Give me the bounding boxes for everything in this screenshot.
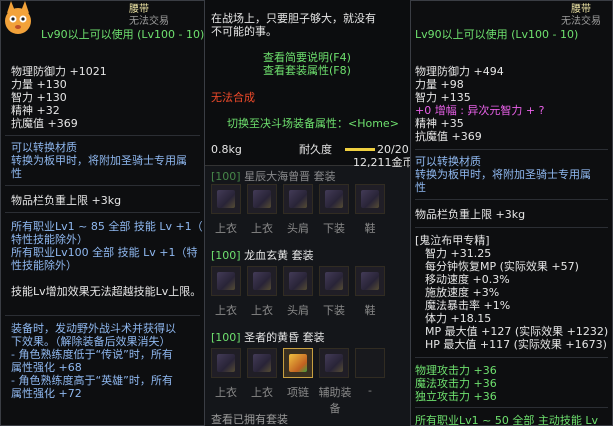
slot-label: 鞋 <box>364 304 376 317</box>
left-skill: 所有职业Lv100 全部 技能 Lv +1（特 <box>11 246 198 259</box>
set-slot-icon[interactable] <box>319 184 349 214</box>
right-stat: 精神 +35 <box>415 117 464 130</box>
slot-label: 上衣 <box>251 222 273 235</box>
durability-label: 耐久度 <box>299 143 332 156</box>
left-convert: 性 <box>11 167 22 180</box>
set-slot-icon[interactable] <box>211 266 241 296</box>
right-special: 移动速度 +0.3% <box>425 273 510 286</box>
right-special: 体力 +18.15 <box>425 312 492 325</box>
slot-label: 项链 <box>287 386 309 399</box>
right-attack: 独立攻击力 +36 <box>415 390 497 403</box>
slot-label: 上衣 <box>251 304 273 317</box>
set-slot-icon[interactable] <box>247 266 277 296</box>
flavor-text: 在战场上，只要胆子够大，就没有 <box>211 12 376 25</box>
set-slot-icon[interactable] <box>211 348 241 378</box>
right-attack: 物理攻击力 +36 <box>415 364 497 377</box>
set-slot-icon[interactable] <box>319 266 349 296</box>
view-owned-sets-link[interactable]: 查看已拥有套装 <box>211 413 288 426</box>
slot-label: 下装 <box>323 222 345 235</box>
right-convert: 性 <box>415 181 426 194</box>
mascot-icon <box>5 1 31 34</box>
slot-label: 上衣 <box>215 386 237 399</box>
slot-label: 鞋 <box>364 222 376 235</box>
slot-label: 头肩 <box>287 304 309 317</box>
set-slot-icon[interactable] <box>355 266 385 296</box>
durability-bar <box>345 148 375 151</box>
slot-label: - <box>368 384 372 397</box>
right-convert: 转换为板甲时，将附加圣骑士专用属 <box>415 168 591 181</box>
right-special: 魔法暴击率 +1% <box>425 299 511 312</box>
set-title: [100] 星辰大海曾晋 套装 <box>211 170 336 183</box>
left-skill-limit: 技能Lv增加效果无法超越技能Lv上限。 <box>11 285 202 298</box>
left-equip-effect: 属性强化 +68 <box>11 361 82 374</box>
left-convert: 可以转换材质 <box>11 141 77 154</box>
slot-label: 上衣 <box>215 304 237 317</box>
left-equip-effect: 下效果。（解除装备后效果消失） <box>11 335 171 348</box>
right-stat: 物理防御力 +494 <box>415 65 504 78</box>
right-stat: 力量 +98 <box>415 78 464 91</box>
left-stat: 精神 +32 <box>11 104 60 117</box>
slot-label: 辅助装备 <box>318 386 352 415</box>
price: 12,211金币 <box>353 156 410 169</box>
left-skill: 特性技能除外） <box>11 233 88 246</box>
left-equip-effect: 装备时，发动野外战斗术并获得以 <box>11 322 176 335</box>
right-special: HP 最大值 +117 (实际效果 +1673) <box>425 338 607 351</box>
right-header-trade: 无法交易 <box>561 16 601 27</box>
right-all-skill: 所有职业Lv1 ~ 50 全部 主动技能 Lv <box>415 414 598 426</box>
right-convert: 可以转换材质 <box>415 155 481 168</box>
left-stat: 力量 +130 <box>11 78 67 91</box>
left-weight: 物品栏负重上限 +3kg <box>11 194 122 207</box>
left-item-tooltip: 腰带 无法交易 Lv90以上可以使用 (Lv100 - 10) 物理防御力 +1… <box>0 0 205 426</box>
left-header-trade: 无法交易 <box>129 16 169 27</box>
right-amplify: +0 增幅 : 异次元智力 + ? <box>415 104 545 117</box>
slot-label: 下装 <box>323 304 345 317</box>
set-slot-icon-equipped[interactable] <box>283 348 313 378</box>
set-slot-icon[interactable] <box>283 184 313 214</box>
slot-label: 上衣 <box>251 386 273 399</box>
right-stat: 抗魔值 +369 <box>415 130 482 143</box>
left-level-req: Lv90以上可以使用 (Lv100 - 10) <box>41 28 205 41</box>
set-slot-icon[interactable] <box>283 266 313 296</box>
left-convert: 转换为板甲时，将附加圣骑士专用属 <box>11 154 187 167</box>
durability-value: 20/20 <box>377 143 409 156</box>
right-attack: 魔法攻击力 +36 <box>415 377 497 390</box>
right-special: 施放速度 +3% <box>425 286 500 299</box>
view-brief-link[interactable]: 查看简要说明(F4) <box>263 51 351 64</box>
flavor-text: 不可能的事。 <box>211 25 277 38</box>
set-slot-icon[interactable] <box>247 348 277 378</box>
left-equip-effect: - 角色熟练度低于“传说”时，所有 <box>11 348 173 361</box>
right-stat: 智力 +135 <box>415 91 471 104</box>
right-special: 智力 +31.25 <box>425 247 492 260</box>
middle-panel: 在战场上，只要胆子够大，就没有 不可能的事。 查看简要说明(F4) 查看套装属性… <box>205 0 410 426</box>
right-special: MP 最大值 +127 (实际效果 +1232) <box>425 325 609 338</box>
set-slot-empty <box>355 348 385 378</box>
left-skill: 所有职业Lv1 ~ 85 全部 技能 Lv +1（ <box>11 220 203 233</box>
no-synth-label: 无法合成 <box>211 91 255 104</box>
middle-item-tooltip: 在战场上，只要胆子够大，就没有 不可能的事。 查看简要说明(F4) 查看套装属性… <box>205 0 410 169</box>
view-set-link[interactable]: 查看套装属性(F8) <box>263 64 351 77</box>
arena-switch-link[interactable]: 切换至决斗场装备属性：<Home> <box>227 117 399 130</box>
right-special-title: [鬼泣布甲专精] <box>415 234 490 247</box>
left-stat: 抗魔值 +369 <box>11 117 78 130</box>
left-stat: 物理防御力 +1021 <box>11 65 107 78</box>
set-slot-icon[interactable] <box>355 184 385 214</box>
slot-label: 头肩 <box>287 222 309 235</box>
slot-label: 上衣 <box>215 222 237 235</box>
set-title: [100] 圣者的黄昏 套装 <box>211 331 325 344</box>
right-special: 每分钟恢复MP (实际效果 +57) <box>425 260 579 273</box>
left-stat: 智力 +130 <box>11 91 67 104</box>
set-slot-icon[interactable] <box>247 184 277 214</box>
right-item-tooltip: 腰带 无法交易 Lv90以上可以使用 (Lv100 - 10) 物理防御力 +4… <box>410 0 613 426</box>
set-slot-icon[interactable] <box>211 184 241 214</box>
set-slot-icon[interactable] <box>319 348 349 378</box>
set-title: [100] 龙血玄黄 套装 <box>211 249 314 262</box>
item-weight: 0.8kg <box>211 143 242 156</box>
mascot-avatar <box>3 1 33 37</box>
left-equip-effect: 属性强化 +72 <box>11 387 82 400</box>
left-skill: 性技能除外） <box>11 259 77 272</box>
right-level-req: Lv90以上可以使用 (Lv100 - 10) <box>415 28 579 41</box>
left-equip-effect: - 角色熟练度高于“英雄”时，所有 <box>11 374 173 387</box>
right-weight: 物品栏负重上限 +3kg <box>415 208 526 221</box>
